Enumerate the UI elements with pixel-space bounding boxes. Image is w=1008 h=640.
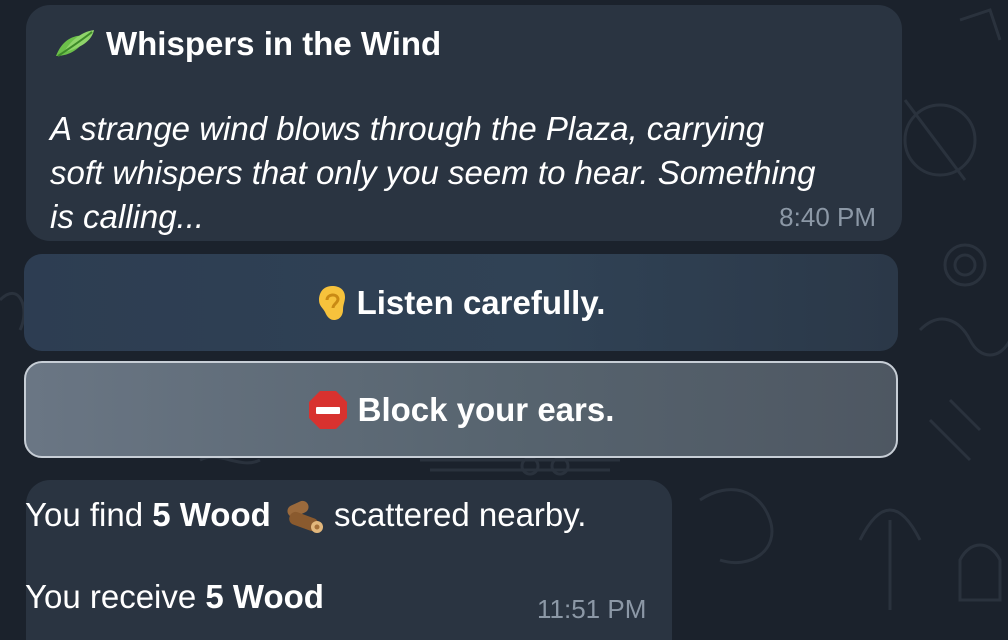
leaf-icon (56, 30, 94, 57)
item-amount: 5 Wood (152, 496, 271, 533)
message-timestamp: 11:51 PM (537, 594, 647, 624)
message-title-row: Whispers in the Wind (52, 25, 441, 63)
item-amount: 5 Wood (205, 578, 324, 615)
message-body-line: is calling... (50, 198, 205, 235)
button-label: Listen carefully. (356, 283, 606, 321)
message-body: A strange wind blows through the Plaza, … (50, 107, 890, 239)
block-your-ears-button[interactable]: Block your ears. (24, 361, 898, 458)
stop-sign-icon (308, 390, 347, 429)
ear-icon (318, 285, 345, 320)
button-label: Block your ears. (357, 390, 615, 428)
listen-carefully-button[interactable]: Listen carefully. (24, 254, 898, 351)
message-timestamp: 8:40 PM (779, 202, 876, 232)
event-message-bubble: Whispers in the Wind A strange wind blow… (26, 5, 902, 241)
reward-text-line: You find 5 Wood scattered nearby. (25, 495, 586, 535)
message-body-line: soft whispers that only you seem to hear… (50, 154, 816, 191)
reward-text-line: You receive 5 Wood (25, 578, 324, 616)
line-text: scattered nearby. (324, 496, 587, 533)
line-text: You find (25, 496, 153, 533)
wood-log-icon (287, 500, 323, 533)
message-title: Whispers in the Wind (106, 25, 442, 62)
line-text: You receive (25, 578, 206, 615)
message-body-line: A strange wind blows through the Plaza, … (50, 110, 765, 147)
